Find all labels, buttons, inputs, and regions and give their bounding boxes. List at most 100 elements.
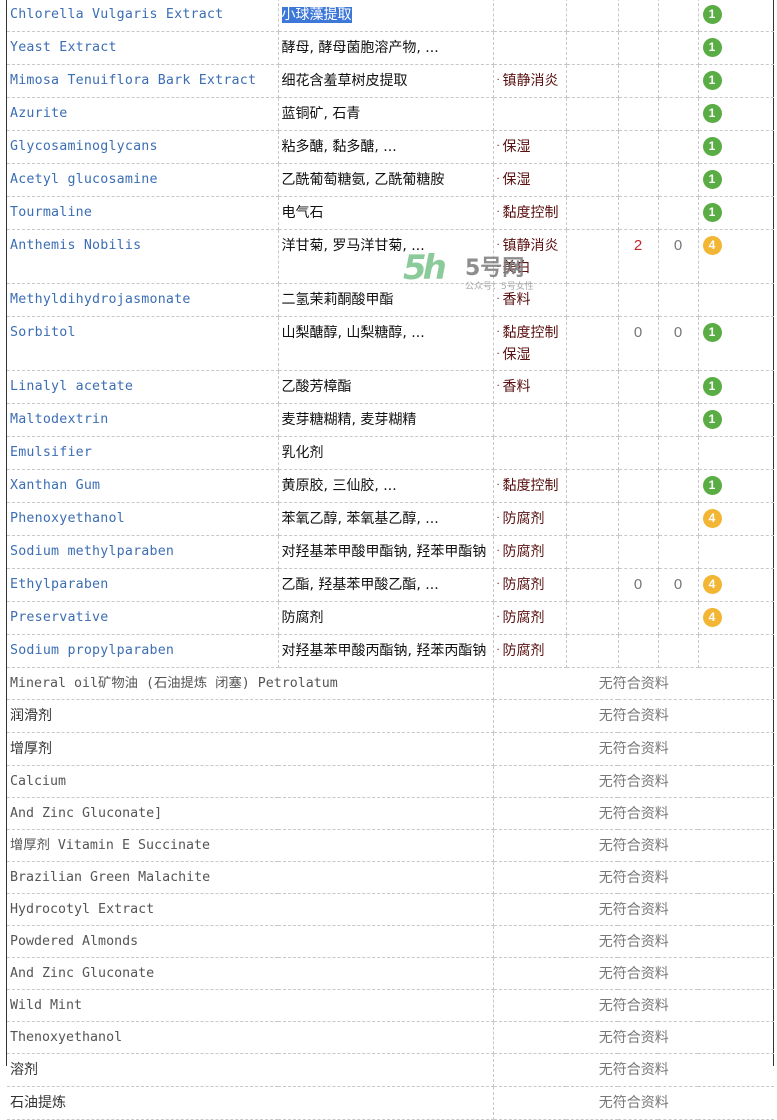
chinese-name-cell: 洋甘菊, 罗马洋甘菊, ... [277,229,494,284]
acne-count-cell [657,97,699,131]
safety-score-badge: 1 [702,410,722,429]
ingredient-name-link[interactable]: Xanthan Gum [10,478,100,493]
safety-badge-cell: 1 [697,163,774,197]
risk-count-cell: 0 [617,316,659,371]
no-data-label: 无符合资料 [598,1095,669,1111]
ingredient-name-link[interactable]: Mimosa Tenuiflora Bark Extract [10,73,256,88]
function-tag[interactable]: 防腐剂 [497,541,563,563]
risk-count-cell [617,163,659,197]
ingredient-name-cell: Xanthan Gum [7,469,279,503]
unmatched-ingredient-name: And Zinc Gluconate [10,966,155,981]
unmatched-row: Wild Mint 无符合资料 [7,989,774,1022]
ingredient-name-link[interactable]: Maltodextrin [10,412,108,427]
no-data-label: 无符合资料 [598,806,669,822]
safety-badge-cell: 1 [697,64,774,98]
no-data-cell: 无符合资料 [492,1053,774,1087]
ingredient-name-link[interactable]: Sodium methylparaben [10,544,174,559]
safety-score-badge: 4 [702,509,722,528]
ingredient-name-link[interactable]: Azurite [10,106,67,121]
function-tag[interactable]: 防腐剂 [497,574,563,596]
acne-count-cell [657,31,699,65]
ingredient-row: Linalyl acetate 乙酸芳樟酯 香料 1 [7,370,774,404]
function-tag[interactable]: 香料 [497,376,563,398]
function-tag[interactable]: 黏度控制 [497,202,563,224]
function-tag[interactable]: 黏度控制 [497,322,563,344]
ingredient-name-link[interactable]: Glycosaminoglycans [10,139,158,154]
function-cell: 防腐剂 [492,601,567,635]
risk-count-cell [617,535,659,569]
function-tag[interactable]: 保湿 [497,169,563,191]
ingredient-name-link[interactable]: Linalyl acetate [10,379,133,394]
ingredient-row: Emulsifier 乳化剂 [7,436,774,470]
no-data-cell: 无符合资料 [492,1086,774,1120]
unmatched-row: 增厚剂 Vitamin E Succinate 无符合资料 [7,829,774,862]
function-tag[interactable]: 保湿 [497,136,563,158]
no-data-label: 无符合资料 [598,741,669,757]
acne-count-cell: 0 [657,568,699,602]
no-data-label: 无符合资料 [598,1062,669,1078]
ingredient-name-link[interactable]: Tourmaline [10,205,92,220]
ingredient-name-link[interactable]: Methyldihydrojasmonate [10,292,191,307]
function-tag[interactable]: 镇静消炎 [497,70,563,92]
chinese-name-cell: 电气石 [277,196,494,230]
ingredient-name-link[interactable]: Chlorella Vulgaris Extract [10,7,223,22]
ingredient-row: Mimosa Tenuiflora Bark Extract 细花含羞草树皮提取 镇… [7,64,774,98]
chinese-name-cell: 苯氧乙醇, 苯氧基乙醇, ... [277,502,494,536]
function-tag[interactable]: 美白 [497,257,563,279]
empty-cell [565,403,619,437]
ingredient-row: Sodium propylparaben 对羟基苯甲酸丙酯钠, 羟苯丙酯钠防腐剂 [7,634,774,668]
unmatched-name-cell: Calcium [7,765,494,798]
function-tag[interactable]: 黏度控制 [497,475,563,497]
chinese-name-cell: 对羟基苯甲酸甲酯钠, 羟苯甲酯钠 [277,535,494,569]
risk-count-cell [617,64,659,98]
ingredient-name-cell: Chlorella Vulgaris Extract [7,0,279,32]
chinese-name-cell: 乙酰葡萄糖氨, 乙酰葡糖胺 [277,163,494,197]
chinese-name-cell: 乙酯, 羟基苯甲酸乙酯, ... [277,568,494,602]
safety-badge-cell [697,436,774,470]
ingredient-name-cell: Tourmaline [7,196,279,230]
function-tag[interactable]: 镇静消炎 [497,235,563,257]
function-cell [492,97,567,131]
ingredient-name-link[interactable]: Sorbitol [10,325,76,340]
ingredient-name-link[interactable]: Emulsifier [10,445,92,460]
no-data-cell: 无符合资料 [492,797,774,830]
function-tag[interactable]: 香料 [497,289,563,311]
function-tag[interactable]: 防腐剂 [497,508,563,530]
acne-count-cell [657,196,699,230]
risk-count: 2 [633,237,643,254]
ingredient-row: Chlorella Vulgaris Extract 小球藻提取 1 [7,0,774,32]
unmatched-row: And Zinc Gluconate] 无符合资料 [7,797,774,830]
safety-badge-cell: 4 [697,568,774,602]
ingredient-name-cell: Emulsifier [7,436,279,470]
chinese-name: 乙酰葡萄糖氨, 乙酰葡糖胺 [281,172,445,188]
risk-count-cell [617,130,659,164]
ingredient-name-link[interactable]: Anthemis Nobilis [10,238,141,253]
acne-count-cell [657,130,699,164]
risk-count-cell [617,436,659,470]
safety-badge-cell: 1 [697,196,774,230]
ingredient-name-link[interactable]: Preservative [10,610,108,625]
empty-cell [565,0,619,32]
chinese-name: 山梨醣醇, 山梨糖醇, ... [281,325,425,341]
ingredient-row: Methyldihydrojasmonate 二氢茉莉酮酸甲酯 香料 [7,283,774,317]
acne-count-cell [657,283,699,317]
unmatched-ingredient-name: Wild Mint [10,998,83,1013]
ingredient-row: Azurite 蓝铜矿, 石青 1 [7,97,774,131]
ingredient-name-link[interactable]: Ethylparaben [10,577,108,592]
function-tag[interactable]: 防腐剂 [497,640,563,662]
ingredient-name-cell: Maltodextrin [7,403,279,437]
function-tag[interactable]: 防腐剂 [497,607,563,629]
no-data-cell: 无符合资料 [492,989,774,1022]
function-tag[interactable]: 保湿 [497,344,563,366]
empty-cell [565,370,619,404]
ingredient-name-link[interactable]: Sodium propylparaben [10,643,174,658]
chinese-name-cell: 防腐剂 [277,601,494,635]
risk-count-cell [617,469,659,503]
ingredient-name-link[interactable]: Yeast Extract [10,40,117,55]
ingredient-row: Tourmaline 电气石 黏度控制 1 [7,196,774,230]
risk-count-cell [617,370,659,404]
risk-count-cell [617,601,659,635]
ingredient-name-link[interactable]: Acetyl glucosamine [10,172,158,187]
empty-cell [565,316,619,371]
ingredient-name-link[interactable]: Phenoxyethanol [10,511,125,526]
